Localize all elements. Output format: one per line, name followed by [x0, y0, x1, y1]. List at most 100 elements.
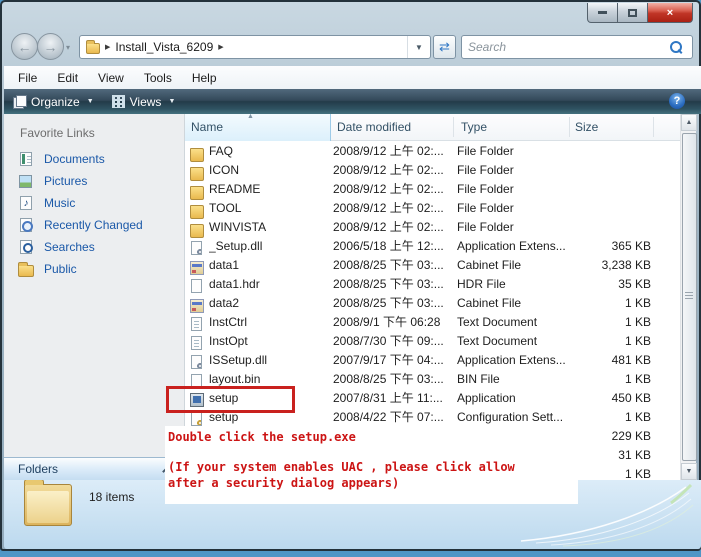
sort-ascending-icon: ▲	[247, 114, 254, 120]
sidebar-item[interactable]: Pictures	[4, 170, 184, 192]
column-header-date-modified[interactable]: Date modified	[337, 114, 411, 141]
menu-item[interactable]: File	[4, 71, 47, 85]
breadcrumb[interactable]: Install_Vista_6209	[115, 40, 213, 54]
menu-item[interactable]: View	[88, 71, 134, 85]
sidebar-item[interactable]: Recently Changed	[4, 214, 184, 236]
sidebar-item-label: Public	[44, 262, 77, 276]
file-name: ISSetup.dll	[209, 351, 329, 370]
column-separator[interactable]	[453, 117, 454, 137]
column-header-name[interactable]: Name	[191, 114, 223, 141]
close-button[interactable]: ×	[648, 3, 693, 23]
file-name: README	[209, 180, 329, 199]
navigation-bar: ← → ▾ ▶ Install_Vista_6209 ▶ ▼ ⇄	[2, 30, 699, 66]
file-date-modified: 2008/8/25 下午 03:...	[333, 370, 452, 389]
address-dropdown-button[interactable]: ▼	[407, 36, 430, 58]
file-row[interactable]: ISSetup.dll 2007/9/17 下午 04:... Applicat…	[185, 351, 680, 370]
maximize-button[interactable]	[618, 3, 648, 23]
folder-icon	[190, 167, 204, 181]
search-icon[interactable]	[670, 41, 682, 53]
sidebar-item[interactable]: Public	[4, 258, 184, 280]
minimize-button[interactable]	[587, 3, 618, 23]
chevron-down-icon: ▼	[415, 43, 423, 52]
sidebar-item[interactable]: Documents	[4, 148, 184, 170]
file-type: Cabinet File	[457, 256, 567, 275]
file-row[interactable]: data2 2008/8/25 下午 03:... Cabinet File 1…	[185, 294, 680, 313]
file-size: 1 KB	[569, 294, 651, 313]
sidebar-item[interactable]: ♪ Music	[4, 192, 184, 214]
folder-icon	[190, 205, 204, 219]
address-bar[interactable]: ▶ Install_Vista_6209 ▶ ▼	[79, 35, 431, 59]
column-separator[interactable]	[653, 117, 654, 137]
search-input[interactable]	[462, 40, 670, 54]
help-button[interactable]: ?	[669, 93, 685, 109]
file-name: TOOL	[209, 199, 329, 218]
scrollbar-thumb[interactable]	[682, 133, 697, 461]
menu-bar: File Edit View Tools Help	[4, 66, 701, 90]
file-size: 1 KB	[569, 370, 651, 389]
file-name: _Setup.dll	[209, 237, 329, 256]
file-row[interactable]: FAQ 2008/9/12 上午 02:... File Folder	[185, 142, 680, 161]
chevron-down-icon: ▼	[168, 98, 175, 105]
file-row[interactable]: WINVISTA 2008/9/12 上午 02:... File Folder	[185, 218, 680, 237]
sidebar-item-label: Documents	[44, 152, 105, 166]
file-type: HDR File	[457, 275, 567, 294]
back-button[interactable]: ←	[11, 33, 38, 60]
file-row[interactable]: README 2008/9/12 上午 02:... File Folder	[185, 180, 680, 199]
file-row[interactable]: InstCtrl 2008/9/1 下午 06:28 Text Document…	[185, 313, 680, 332]
navigation-pane: Favorite Links Documents Pictures ♪ Musi…	[4, 114, 185, 457]
column-header-type[interactable]: Type	[461, 114, 487, 141]
menu-item[interactable]: Help	[182, 71, 227, 85]
file-name: InstOpt	[209, 332, 329, 351]
refresh-button[interactable]: ⇄	[433, 35, 456, 59]
file-row[interactable]: InstOpt 2008/7/30 下午 09:... Text Documen…	[185, 332, 680, 351]
annotation-line: Double click the setup.exe	[168, 429, 578, 445]
file-row[interactable]: TOOL 2008/9/12 上午 02:... File Folder	[185, 199, 680, 218]
music-icon: ♪	[20, 196, 32, 210]
dll-icon	[191, 355, 202, 369]
breadcrumb-separator-icon: ▶	[105, 43, 110, 51]
text-icon	[191, 336, 202, 350]
organize-label: Organize	[31, 95, 80, 109]
menu-item[interactable]: Tools	[134, 71, 182, 85]
documents-icon	[20, 152, 32, 166]
views-label: Views	[130, 95, 162, 109]
file-name: data1.hdr	[209, 275, 329, 294]
file-type: File Folder	[457, 199, 567, 218]
forward-button[interactable]: →	[37, 33, 64, 60]
menu-item[interactable]: Edit	[47, 71, 88, 85]
file-name: FAQ	[209, 142, 329, 161]
file-size: 365 KB	[569, 237, 651, 256]
file-row[interactable]: _Setup.dll 2006/5/18 上午 12:... Applicati…	[185, 237, 680, 256]
sidebar-item[interactable]: Searches	[4, 236, 184, 258]
file-date-modified: 2006/5/18 上午 12:...	[333, 237, 452, 256]
folder-icon	[190, 186, 204, 200]
chevron-down-icon: ▼	[87, 98, 94, 105]
file-row[interactable]: data1.hdr 2008/8/25 下午 03:... HDR File 3…	[185, 275, 680, 294]
sidebar-item-label: Pictures	[44, 174, 87, 188]
organize-button[interactable]: Organize ▼	[4, 91, 103, 112]
file-size	[569, 199, 651, 218]
vertical-scrollbar[interactable]: ▲ ▼	[680, 114, 696, 480]
file-row[interactable]: data1 2008/8/25 下午 03:... Cabinet File 3…	[185, 256, 680, 275]
sidebar-item-label: Music	[44, 196, 75, 210]
views-button[interactable]: Views ▼	[103, 91, 185, 112]
file-size: 450 KB	[569, 389, 651, 408]
file-type: File Folder	[457, 218, 567, 237]
title-bar[interactable]: ×	[2, 2, 699, 30]
scroll-down-button[interactable]: ▼	[681, 463, 697, 480]
scroll-up-button[interactable]: ▲	[681, 114, 697, 131]
file-type: File Folder	[457, 142, 567, 161]
column-separator[interactable]	[569, 117, 570, 137]
recently-changed-icon	[20, 218, 32, 232]
column-header-size[interactable]: Size	[575, 114, 598, 141]
recent-pages-chevron-icon[interactable]: ▾	[66, 43, 70, 52]
folders-label: Folders	[18, 462, 58, 476]
file-row[interactable]: ICON 2008/9/12 上午 02:... File Folder	[185, 161, 680, 180]
annotation-note: Double click the setup.exe (If your syst…	[165, 426, 578, 504]
help-icon: ?	[674, 95, 681, 107]
folder-icon	[190, 148, 204, 162]
folders-expander[interactable]: Folders	[4, 457, 185, 480]
breadcrumb-separator-icon[interactable]: ▶	[218, 43, 223, 51]
file-size: 481 KB	[569, 351, 651, 370]
file-date-modified: 2008/7/30 下午 09:...	[333, 332, 452, 351]
